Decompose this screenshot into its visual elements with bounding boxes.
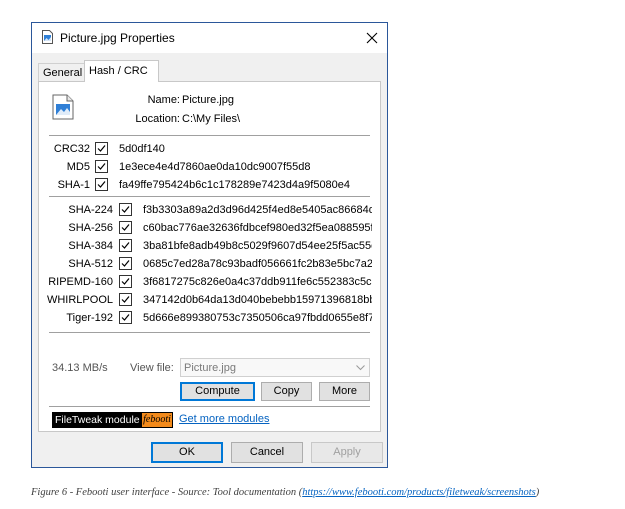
hash-name: SHA-224 bbox=[68, 204, 113, 216]
separator bbox=[49, 196, 370, 197]
crc32-checkbox[interactable] bbox=[95, 142, 108, 155]
location-label: Location: bbox=[135, 113, 180, 125]
hash-value[interactable]: 3ba81bfe8adb49b8c5029f9607d54ee25f5ac55e bbox=[143, 240, 372, 252]
caption-link[interactable]: https://www.febooti.com/products/filetwe… bbox=[302, 487, 536, 498]
hash-name: SHA-512 bbox=[68, 258, 113, 270]
image-file-icon bbox=[42, 30, 53, 44]
hash-value[interactable]: 5d0df140 bbox=[119, 143, 369, 155]
view-file-label: View file: bbox=[130, 362, 174, 374]
cancel-button[interactable]: Cancel bbox=[231, 442, 303, 463]
hash-name: SHA-1 bbox=[57, 179, 90, 191]
name-label: Name: bbox=[147, 94, 180, 106]
hash-name: RIPEMD-160 bbox=[48, 276, 113, 288]
md5-checkbox[interactable] bbox=[95, 160, 108, 173]
hash-row-sha224: SHA-224 f3b3303a89a2d3d96d425f4ed8e5405a… bbox=[39, 203, 382, 218]
separator bbox=[49, 135, 370, 136]
checkmark-icon bbox=[121, 314, 130, 321]
hash-name: SHA-384 bbox=[68, 240, 113, 252]
compute-button[interactable]: Compute bbox=[180, 382, 255, 401]
checkmark-icon bbox=[97, 181, 106, 188]
more-button[interactable]: More bbox=[319, 382, 370, 401]
logo-text: FileTweak module bbox=[55, 414, 140, 426]
tab-general[interactable]: General bbox=[38, 63, 85, 81]
checkmark-icon bbox=[121, 278, 130, 285]
checkmark-icon bbox=[121, 224, 130, 231]
hash-row-ripemd160: RIPEMD-160 3f6817275c826e0a4c37ddb911fe6… bbox=[39, 275, 382, 290]
whirlpool-checkbox[interactable] bbox=[119, 293, 132, 306]
close-button[interactable] bbox=[357, 23, 387, 53]
checkmark-icon bbox=[121, 296, 130, 303]
copy-button[interactable]: Copy bbox=[261, 382, 312, 401]
hash-value[interactable]: c60bac776ae32636fdbcef980ed32f5ea088595f bbox=[143, 222, 372, 234]
hash-value[interactable]: fa49ffe795424b6c1c178289e7423d4a9f5080e4 bbox=[119, 179, 369, 191]
caption-close: ) bbox=[535, 487, 540, 498]
speed-readout: 34.13 MB/s bbox=[52, 362, 108, 374]
hash-row-tiger192: Tiger-192 5d666e899380753c7350506ca97fbd… bbox=[39, 311, 382, 326]
checkmark-icon bbox=[97, 163, 106, 170]
view-file-select[interactable]: Picture.jpg bbox=[180, 358, 370, 377]
hash-value[interactable]: 1e3ece4e4d7860ae0da10dc9007f55d8 bbox=[119, 161, 369, 173]
window-title: Picture.jpg Properties bbox=[60, 31, 175, 45]
close-icon bbox=[366, 32, 378, 44]
hash-name: Tiger-192 bbox=[66, 312, 113, 324]
hash-value[interactable]: 3f6817275c826e0a4c37ddb911fe6c552383c5cc bbox=[143, 276, 372, 288]
location-value: C:\My Files\ bbox=[182, 113, 241, 125]
sha256-checkbox[interactable] bbox=[119, 221, 132, 234]
checkmark-icon bbox=[121, 206, 130, 213]
caption-text: Figure 6 - Febooti user interface - Sour… bbox=[31, 487, 303, 498]
hash-name: MD5 bbox=[66, 161, 90, 173]
filetweak-logo: FileTweak module febooti bbox=[52, 412, 173, 428]
hash-panel: Name: Picture.jpg Location: C:\My Files\… bbox=[38, 81, 381, 432]
hash-row-whirlpool: WHIRLPOOL 347142d0b64da13d040bebebb15971… bbox=[39, 293, 382, 308]
view-file-value: Picture.jpg bbox=[184, 362, 236, 374]
tab-hash-crc[interactable]: Hash / CRC bbox=[84, 60, 159, 82]
get-more-modules-link[interactable]: Get more modules bbox=[179, 413, 269, 425]
checkmark-icon bbox=[121, 242, 130, 249]
separator bbox=[49, 406, 370, 407]
checkmark-icon bbox=[97, 145, 106, 152]
hash-row-sha512: SHA-512 0685c7ed28a78c93badf056661fc2b83… bbox=[39, 257, 382, 272]
hash-name: CRC32 bbox=[53, 143, 90, 155]
hash-row-sha1: SHA-1 fa49ffe795424b6c1c178289e7423d4a9f… bbox=[39, 178, 382, 193]
tiger192-checkbox[interactable] bbox=[119, 311, 132, 324]
hash-row-crc32: CRC32 5d0df140 bbox=[39, 142, 382, 157]
apply-button[interactable]: Apply bbox=[311, 442, 383, 463]
ok-button[interactable]: OK bbox=[151, 442, 223, 463]
hash-value[interactable]: 347142d0b64da13d040bebebb15971396818bb bbox=[143, 294, 372, 306]
sha512-checkbox[interactable] bbox=[119, 257, 132, 270]
hash-row-md5: MD5 1e3ece4e4d7860ae0da10dc9007f55d8 bbox=[39, 160, 382, 175]
hash-value[interactable]: 5d666e899380753c7350506ca97fbdd0655e8f7 bbox=[143, 312, 372, 324]
separator bbox=[49, 332, 370, 333]
logo-brand: febooti bbox=[142, 413, 172, 427]
checkmark-icon bbox=[121, 260, 130, 267]
sha1-checkbox[interactable] bbox=[95, 178, 108, 191]
title-bar: Picture.jpg Properties bbox=[32, 23, 387, 53]
hash-value[interactable]: 0685c7ed28a78c93badf056661fc2b83e5bc7a29 bbox=[143, 258, 372, 270]
file-icon bbox=[52, 94, 74, 123]
name-value: Picture.jpg bbox=[182, 94, 234, 106]
sha384-checkbox[interactable] bbox=[119, 239, 132, 252]
properties-dialog: Picture.jpg Properties General Hash / CR… bbox=[31, 22, 388, 468]
hash-name: SHA-256 bbox=[68, 222, 113, 234]
sha224-checkbox[interactable] bbox=[119, 203, 132, 216]
hash-value[interactable]: f3b3303a89a2d3d96d425f4ed8e5405ac86684d bbox=[143, 204, 372, 216]
chevron-down-icon bbox=[356, 365, 365, 371]
hash-name: WHIRLPOOL bbox=[46, 294, 113, 306]
hash-row-sha384: SHA-384 3ba81bfe8adb49b8c5029f9607d54ee2… bbox=[39, 239, 382, 254]
figure-caption: Figure 6 - Febooti user interface - Sour… bbox=[31, 487, 539, 498]
tab-label: General bbox=[43, 67, 83, 79]
hash-row-sha256: SHA-256 c60bac776ae32636fdbcef980ed32f5e… bbox=[39, 221, 382, 236]
ripemd160-checkbox[interactable] bbox=[119, 275, 132, 288]
tab-label: Hash / CRC bbox=[89, 65, 148, 77]
